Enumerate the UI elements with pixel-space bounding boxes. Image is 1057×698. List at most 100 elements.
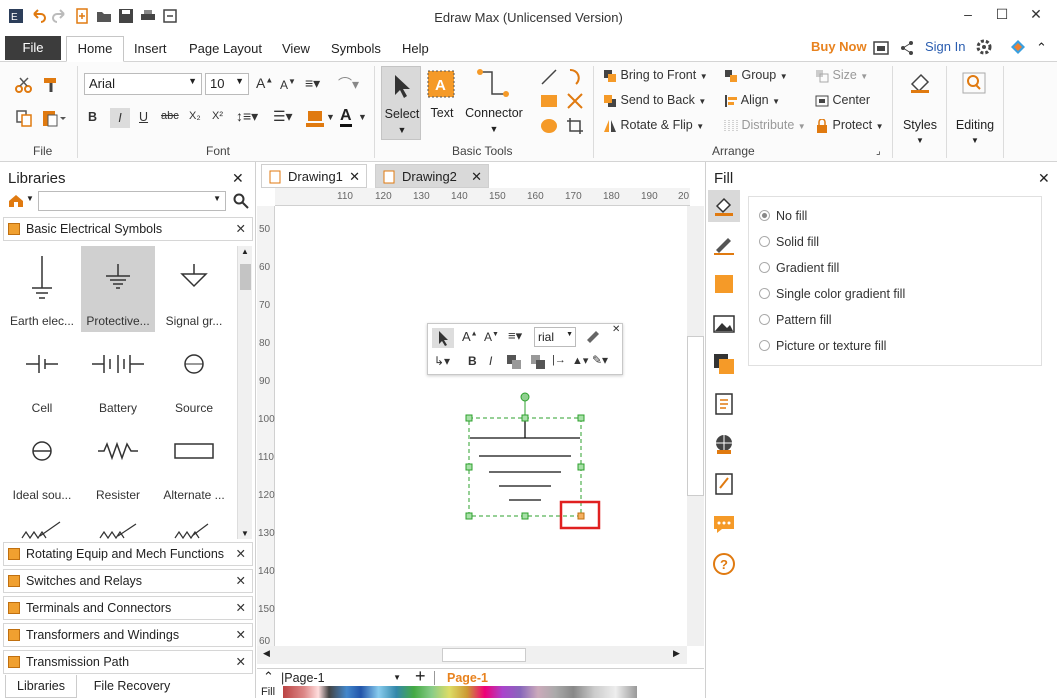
tab-symbols[interactable]: Symbols	[331, 41, 381, 56]
cart-icon[interactable]	[873, 40, 889, 56]
close-section-icon[interactable]: ✕	[236, 624, 246, 646]
fill-option-single-color-gradient[interactable]: Single color gradient fill	[759, 287, 905, 301]
align-button[interactable]: Align ▼	[724, 93, 780, 108]
close-fill-panel-icon[interactable]: ✕	[1038, 170, 1050, 187]
font-color-icon[interactable]: A	[340, 108, 352, 127]
shape-source[interactable]: Source	[157, 333, 231, 419]
center-button[interactable]: Center	[815, 93, 870, 108]
page-list-toggle-icon[interactable]: ⌃	[263, 669, 274, 685]
ellipse-tool-icon[interactable]	[540, 117, 558, 135]
highlight-color-icon[interactable]	[306, 109, 324, 127]
fill-option-pattern[interactable]: Pattern fill	[759, 313, 832, 327]
grow-font-icon[interactable]: A▲	[256, 75, 273, 91]
floating-grow-font-icon[interactable]: A▲	[462, 329, 478, 344]
cut-icon[interactable]	[15, 76, 33, 94]
hyperlink-panel-icon[interactable]	[712, 432, 736, 456]
line-style-icon[interactable]: ⌒▾	[338, 74, 359, 94]
editing-button[interactable]: Editing ▼	[950, 66, 1000, 146]
fill-option-solid[interactable]: Solid fill	[759, 235, 819, 249]
fill-option-no-fill[interactable]: No fill	[759, 209, 807, 223]
tab-help[interactable]: Help	[402, 41, 429, 56]
close-floating-toolbar-icon[interactable]: ✕	[612, 324, 620, 335]
close-section-icon[interactable]: ✕	[236, 218, 246, 240]
strikethrough-icon[interactable]: abc	[161, 110, 179, 122]
floating-align-icon[interactable]: ≡▾	[508, 328, 522, 344]
shape-cell[interactable]: Cell	[5, 333, 79, 419]
floating-connector-icon[interactable]: ↳▾	[434, 354, 450, 368]
bold-icon[interactable]: B	[88, 110, 97, 124]
highlight-dropdown-icon[interactable]: ▼	[326, 112, 335, 122]
text-align-icon[interactable]: ≡▾	[305, 75, 320, 92]
shrink-font-icon[interactable]: A▼	[280, 77, 296, 92]
select-tool-button[interactable]: Select ▼	[381, 66, 421, 140]
color-palette[interactable]	[283, 686, 637, 698]
line-style-panel-icon[interactable]	[712, 232, 736, 256]
arrange-dialog-launcher-icon[interactable]: ⌟	[876, 146, 881, 157]
drawing-page[interactable]: A▲ A▼ ≡▾ rial ▼ ✕ ↳▾ B I |→ ▲▾ ✎▾	[275, 206, 690, 646]
comment-panel-icon[interactable]	[712, 512, 736, 536]
crop-tool-icon[interactable]	[566, 117, 584, 135]
library-section-transmission-path[interactable]: Transmission Path ✕	[3, 650, 253, 674]
italic-icon[interactable]: I	[110, 108, 130, 128]
tab-insert[interactable]: Insert	[134, 41, 167, 56]
floating-group-icon[interactable]	[506, 354, 522, 370]
library-section-transformers[interactable]: Transformers and Windings ✕	[3, 623, 253, 647]
shape-earth-electrode[interactable]: Earth elec...	[5, 246, 79, 332]
arc-tool-icon[interactable]	[566, 68, 584, 86]
floating-italic-icon[interactable]: I	[489, 354, 492, 368]
close-tab-icon[interactable]: ✕	[349, 165, 360, 189]
close-section-icon[interactable]: ✕	[236, 651, 246, 673]
floating-select-icon[interactable]	[432, 328, 454, 348]
library-section-switches-relays[interactable]: Switches and Relays ✕	[3, 569, 253, 593]
send-to-back-button[interactable]: Send to Back ▼	[603, 93, 706, 108]
rotate-flip-button[interactable]: Rotate & Flip ▼	[603, 118, 704, 133]
minimize-button[interactable]: –	[958, 6, 978, 22]
library-section-basic-electrical[interactable]: Basic Electrical Symbols ✕	[3, 217, 253, 241]
protective-ground-shape-selected[interactable]	[463, 390, 615, 530]
fill-option-picture-texture[interactable]: Picture or texture fill	[759, 339, 886, 353]
floating-edit-icon[interactable]: ✎▾	[592, 353, 608, 367]
help-panel-icon[interactable]: ?	[712, 552, 736, 576]
font-family-select[interactable]: Arial ▼	[84, 73, 202, 95]
maximize-button[interactable]: ☐	[992, 6, 1012, 23]
share-icon[interactable]	[900, 40, 914, 56]
attachment-panel-icon[interactable]	[712, 472, 736, 496]
close-section-icon[interactable]: ✕	[236, 597, 246, 619]
page-tab-active[interactable]: Page-1	[447, 671, 488, 685]
floating-font-select[interactable]: rial ▼	[534, 327, 576, 347]
connector-tool-button[interactable]: Connector ▼	[462, 66, 526, 140]
image-panel-icon[interactable]	[712, 312, 736, 336]
shape-ideal-source[interactable]: Ideal sou...	[5, 420, 79, 506]
line-tool-icon[interactable]	[540, 68, 558, 86]
floating-format-painter-icon[interactable]	[584, 328, 602, 346]
canvas-vertical-scrollbar[interactable]	[687, 206, 704, 646]
search-icon[interactable]	[233, 193, 249, 209]
tab-view[interactable]: View	[282, 41, 310, 56]
canvas-horizontal-scrollbar[interactable]: ◀ ▶	[257, 646, 687, 664]
page-selector[interactable]: |Page-1 ▼	[281, 671, 401, 685]
font-color-dropdown-icon[interactable]: ▼	[358, 112, 367, 122]
library-menu-dropdown-icon[interactable]: ▼	[26, 194, 34, 203]
shape-battery[interactable]: Battery	[81, 333, 155, 419]
rectangle-tool-icon[interactable]	[540, 92, 558, 110]
tab-drawing1[interactable]: Drawing1 ✕	[261, 164, 367, 188]
buy-now-link[interactable]: Buy Now	[811, 39, 867, 54]
ribbon-collapse-icon[interactable]: ⌃	[1036, 40, 1047, 56]
layers-panel-icon[interactable]	[712, 352, 736, 376]
format-painter-icon[interactable]	[42, 76, 60, 94]
size-button[interactable]: Size ▼	[815, 68, 868, 83]
paste-icon[interactable]	[42, 109, 66, 127]
add-page-icon[interactable]: +	[415, 666, 426, 687]
underline-icon[interactable]: U	[139, 110, 148, 124]
close-section-icon[interactable]: ✕	[236, 570, 246, 592]
tab-libraries[interactable]: Libraries	[5, 675, 77, 698]
gear-icon[interactable]	[976, 39, 992, 55]
cross-tool-icon[interactable]	[566, 92, 584, 110]
shape-resistor[interactable]: Resister	[81, 420, 155, 506]
library-scrollbar[interactable]: ▲ ▼	[237, 246, 252, 539]
text-tool-button[interactable]: A Text	[425, 66, 459, 140]
tab-drawing2[interactable]: Drawing2 ✕	[375, 164, 489, 188]
floating-arrange-icon[interactable]	[530, 354, 546, 370]
floating-text-color-icon[interactable]: ▲▾	[572, 354, 588, 367]
sign-in-link[interactable]: Sign In	[925, 39, 965, 54]
